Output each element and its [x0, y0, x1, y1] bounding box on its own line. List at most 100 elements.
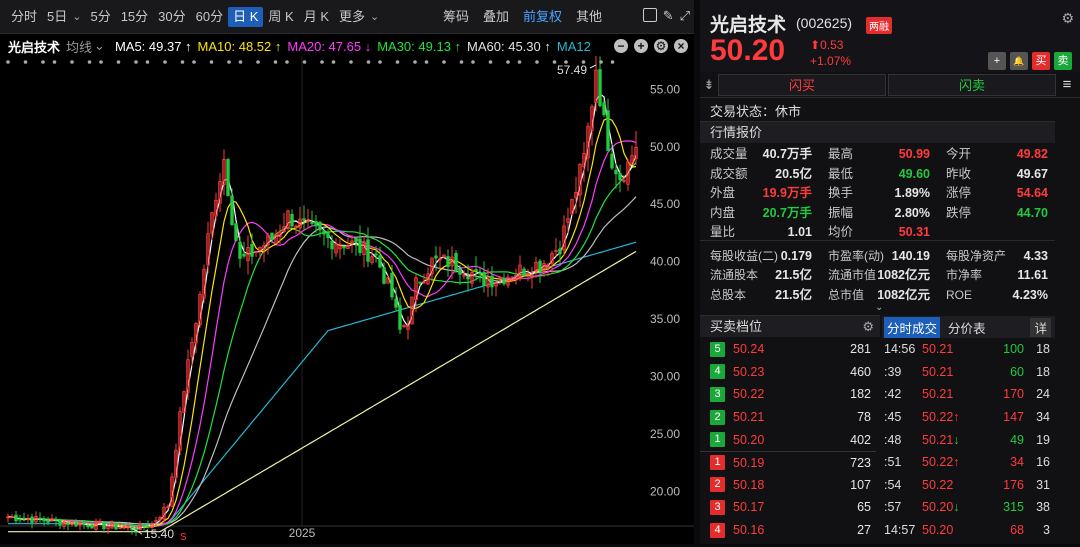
event-marker	[302, 60, 307, 64]
toolbar-option[interactable]: 筹码	[436, 7, 476, 27]
tick-volume: 170	[1003, 387, 1024, 402]
quote-cell: 每股收益(二) 0.179	[700, 247, 818, 267]
candle-body	[234, 223, 238, 241]
quote-value: 1082亿元	[877, 268, 930, 282]
high-pointer	[589, 64, 597, 69]
collapse-icon[interactable]: ⇟	[700, 74, 718, 96]
zoom-in-icon[interactable]: +	[634, 39, 648, 53]
orderbook-row[interactable]: 1 50.20 402	[700, 428, 876, 451]
settings-icon[interactable]: ⚙	[654, 39, 668, 53]
quote-cell: 今开 49.82	[936, 145, 1054, 165]
edit-icon[interactable]: ✎	[663, 8, 674, 24]
candle-body	[102, 523, 106, 530]
quote-value: 11.61	[1017, 268, 1048, 282]
event-marker	[285, 60, 289, 64]
alert-button[interactable]: 🔔	[1010, 52, 1028, 70]
settings-icon[interactable]: ⚙	[1061, 10, 1074, 27]
quote-cell: 流通市值 1082亿元	[818, 266, 936, 286]
last-price: 50.20	[710, 34, 786, 67]
orderbook-row[interactable]: 5 50.24 281	[700, 338, 876, 361]
menu-icon[interactable]: ≡	[1056, 74, 1078, 96]
level-badge: 3	[710, 386, 725, 402]
quote-value: 140.19	[891, 248, 930, 263]
y-tick-label: 30.00	[650, 370, 680, 384]
tab-detail[interactable]: 详	[1030, 317, 1051, 337]
ma5-line	[7, 93, 637, 530]
ma30-line	[7, 162, 637, 527]
quote-cell: 总股本 21.5亿	[700, 286, 818, 306]
buy-button[interactable]: 买	[1032, 52, 1050, 70]
y-tick-label: 45.00	[650, 197, 680, 211]
tick-volume: 147	[1003, 410, 1024, 425]
period-tab[interactable]: 30分	[153, 7, 190, 27]
y-tick-label: 50.00	[650, 140, 680, 154]
tick-row: :48 50.21↓ 49 19	[880, 428, 1055, 451]
sell-button[interactable]: 卖	[1054, 52, 1072, 70]
period-tab[interactable]: 更多	[334, 7, 370, 27]
candle-body	[382, 267, 386, 284]
up-arrow-icon: ⬆	[810, 38, 821, 52]
tab-price-table[interactable]: 分价表	[948, 318, 986, 337]
tick-list: 14:56 50.21 100 18:39 50.21 60 18:42 50.21 170 24…	[880, 338, 1055, 541]
orderbook-row[interactable]: 2 50.21 78	[700, 406, 876, 429]
orderbook-row[interactable]: 4 50.23 460	[700, 361, 876, 384]
grid-icon[interactable]	[642, 8, 657, 22]
flash-trade-bar: ⇟ 闪买 闪卖 ≡	[700, 74, 1080, 98]
signal-marker: S	[180, 532, 187, 543]
orderbook-row[interactable]: 3 50.22 182	[700, 383, 876, 406]
tick-volume: 315	[1003, 500, 1024, 515]
ma-type-chevron-icon[interactable]: ⌄	[94, 38, 105, 54]
period-tab[interactable]: 5日	[42, 7, 72, 27]
orderbook-row[interactable]: 4 50.16 27	[700, 519, 876, 542]
candle-body	[322, 230, 326, 235]
flash-sell-button[interactable]: 闪卖	[888, 74, 1056, 96]
candle-body	[342, 245, 346, 249]
quote-value: 19.9万手	[762, 186, 812, 200]
period-tab[interactable]: 分时	[6, 7, 42, 27]
flash-buy-button[interactable]: 闪买	[718, 74, 886, 96]
ts-tabs: 分时成交 分价表 详	[882, 316, 1055, 338]
quote-value: 50.99	[898, 147, 930, 161]
period-tab[interactable]: 15分	[116, 7, 153, 27]
chevron-down-icon[interactable]: ⌄	[72, 10, 81, 23]
quote-cell: 市净率 11.61	[936, 266, 1054, 286]
expand-chevron-icon[interactable]: ⌄	[875, 302, 883, 313]
orderbook-row[interactable]: 1 50.19 723	[700, 450, 876, 474]
period-tab[interactable]: 日 K	[228, 6, 264, 27]
toolbar-option[interactable]: 前复权	[516, 7, 569, 27]
candle-body	[250, 243, 254, 257]
ma10-line	[7, 117, 637, 529]
candle-body	[606, 110, 610, 152]
event-marker	[238, 60, 243, 64]
candle-body	[326, 231, 330, 239]
period-tab[interactable]: 月 K	[299, 7, 334, 27]
chevron-down-icon[interactable]: ⌄	[370, 10, 379, 23]
event-marker	[610, 60, 615, 64]
quote-cell: 内盘 20.7万手	[700, 204, 818, 224]
candle-body	[238, 241, 242, 259]
scrollbar[interactable]	[1055, 120, 1080, 544]
close-icon[interactable]: ×	[674, 39, 688, 53]
orderbook-settings-icon[interactable]: ⚙	[862, 316, 874, 338]
expand-icon[interactable]: ⤢	[680, 8, 690, 24]
tab-ticks[interactable]: 分时成交	[884, 316, 941, 338]
stock-name: 光启技术	[710, 15, 787, 36]
kline-chart[interactable]: 55.00 50.00 45.00 40.00 35.00 30.00 25.00 20.00…	[0, 54, 694, 544]
event-marker	[87, 60, 92, 64]
candle-body	[358, 238, 362, 254]
quote-label: 最低	[828, 166, 854, 181]
toolbar-option[interactable]: 叠加	[476, 7, 516, 27]
period-tab[interactable]: 60分	[191, 7, 228, 27]
zoom-out-icon[interactable]: −	[614, 39, 628, 53]
candle-body	[42, 518, 46, 522]
period-tab[interactable]: 周 K	[263, 7, 298, 27]
add-watchlist-button[interactable]: +	[988, 52, 1006, 70]
orderbook-row[interactable]: 2 50.18 107	[700, 474, 876, 497]
quote-value: 49.82	[1016, 147, 1048, 161]
toolbar-option[interactable]: 其他	[569, 7, 609, 27]
tick-price: 50.22	[922, 410, 954, 425]
orderbook-row[interactable]: 3 50.17 65	[700, 496, 876, 519]
ma-type-select[interactable]: 均线	[66, 37, 92, 56]
quote-value: 4.23%	[1012, 287, 1048, 302]
period-tab[interactable]: 5分	[85, 7, 115, 27]
